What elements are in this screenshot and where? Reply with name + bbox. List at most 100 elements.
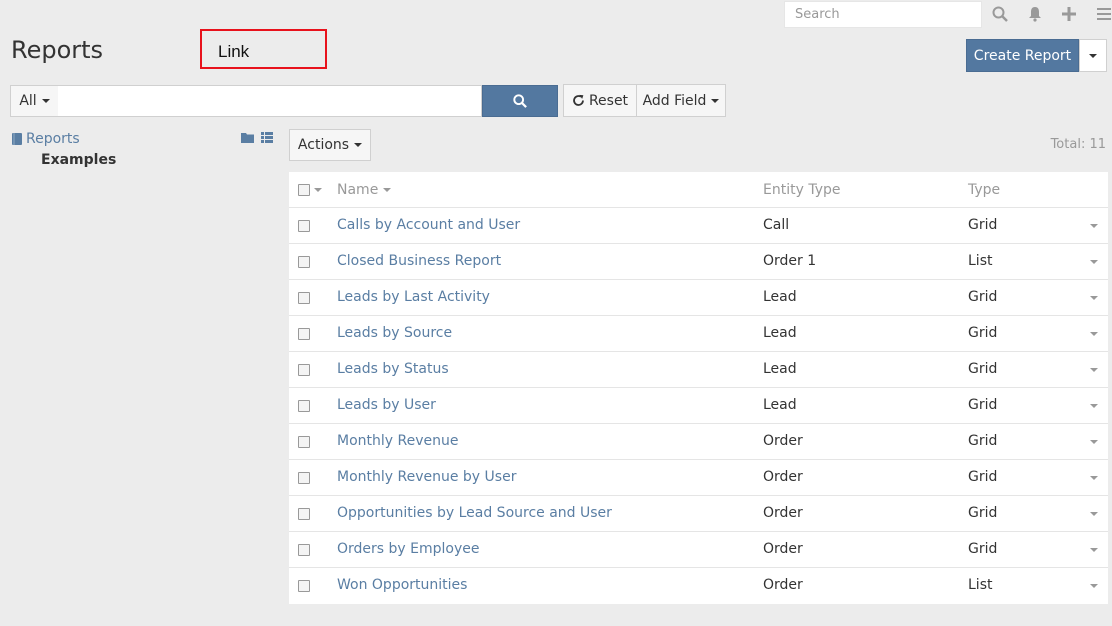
row-checkbox[interactable] bbox=[298, 472, 310, 484]
type-cell: Grid bbox=[968, 361, 998, 377]
column-header-type: Type bbox=[968, 182, 1001, 198]
actions-label: Actions bbox=[297, 137, 350, 153]
report-name-link[interactable]: Opportunities by Lead Source and User bbox=[337, 505, 612, 521]
actions-dropdown-button[interactable]: Actions bbox=[289, 129, 371, 161]
reset-button[interactable]: Reset bbox=[563, 84, 637, 117]
caret-down-icon bbox=[41, 99, 50, 103]
entity-type-cell: Lead bbox=[763, 325, 797, 341]
type-cell: Grid bbox=[968, 469, 998, 485]
row-checkbox[interactable] bbox=[298, 220, 310, 232]
row-actions-caret-icon[interactable] bbox=[1090, 584, 1098, 588]
report-name-link[interactable]: Orders by Employee bbox=[337, 541, 480, 557]
filter-search-input[interactable] bbox=[58, 85, 482, 117]
type-cell: Grid bbox=[968, 541, 998, 557]
row-checkbox[interactable] bbox=[298, 256, 310, 268]
row-actions-caret-icon[interactable] bbox=[1090, 368, 1098, 372]
row-actions-caret-icon[interactable] bbox=[1090, 440, 1098, 444]
table-row: Orders by Employee Order Grid bbox=[289, 532, 1108, 568]
column-header-entity-type: Entity Type bbox=[763, 182, 841, 198]
reset-label: Reset bbox=[588, 92, 629, 109]
row-actions-caret-icon[interactable] bbox=[1090, 512, 1098, 516]
plus-icon[interactable] bbox=[1059, 4, 1079, 24]
report-name-link[interactable]: Monthly Revenue by User bbox=[337, 469, 516, 485]
report-name-link[interactable]: Leads by Status bbox=[337, 361, 449, 377]
row-actions-caret-icon[interactable] bbox=[1090, 332, 1098, 336]
table-row: Calls by Account and User Call Grid bbox=[289, 208, 1108, 244]
refresh-icon bbox=[573, 94, 584, 106]
type-cell: Grid bbox=[968, 397, 998, 413]
entity-type-cell: Lead bbox=[763, 397, 797, 413]
search-icon bbox=[513, 94, 527, 108]
type-cell: Grid bbox=[968, 289, 998, 305]
entity-type-cell: Lead bbox=[763, 289, 797, 305]
entity-type-cell: Order 1 bbox=[763, 253, 817, 269]
add-field-label: Add Field bbox=[642, 92, 707, 109]
caret-down-icon bbox=[383, 188, 392, 192]
caret-down-icon bbox=[1089, 53, 1097, 58]
table-row: Leads by Source Lead Grid bbox=[289, 316, 1108, 352]
row-actions-caret-icon[interactable] bbox=[1090, 548, 1098, 552]
row-actions-caret-icon[interactable] bbox=[1090, 260, 1098, 264]
create-report-dropdown-button[interactable] bbox=[1079, 39, 1107, 72]
bell-icon[interactable] bbox=[1025, 4, 1045, 24]
select-all-checkbox[interactable] bbox=[298, 184, 310, 196]
row-actions-caret-icon[interactable] bbox=[1090, 404, 1098, 408]
global-search-input[interactable]: Search bbox=[784, 1, 982, 28]
report-name-link[interactable]: Won Opportunities bbox=[337, 577, 467, 593]
search-button[interactable] bbox=[482, 85, 558, 117]
report-name-link[interactable]: Leads by Source bbox=[337, 325, 452, 341]
entity-type-cell: Call bbox=[763, 217, 790, 233]
report-name-link[interactable]: Monthly Revenue bbox=[337, 433, 458, 449]
annotation-label: Link bbox=[218, 42, 250, 61]
row-checkbox[interactable] bbox=[298, 508, 310, 520]
create-report-button[interactable]: Create Report bbox=[966, 39, 1079, 72]
table-row: Monthly Revenue by User Order Grid bbox=[289, 460, 1108, 496]
total-count: Total: 11 bbox=[1050, 137, 1106, 152]
entity-type-cell: Order bbox=[763, 577, 803, 593]
type-cell: List bbox=[968, 577, 993, 593]
table-row: Closed Business Report Order 1 List bbox=[289, 244, 1108, 280]
table-row: Monthly Revenue Order Grid bbox=[289, 424, 1108, 460]
caret-down-icon[interactable] bbox=[314, 188, 322, 192]
report-name-link[interactable]: Closed Business Report bbox=[337, 253, 501, 269]
type-cell: List bbox=[968, 253, 993, 269]
page-title: Reports bbox=[11, 36, 104, 64]
report-name-link[interactable]: Leads by User bbox=[337, 397, 436, 413]
type-cell: Grid bbox=[968, 325, 998, 341]
column-header-name[interactable]: Name bbox=[337, 182, 392, 198]
row-actions-caret-icon[interactable] bbox=[1090, 476, 1098, 480]
table-row: Won Opportunities Order List bbox=[289, 568, 1108, 604]
folder-icon[interactable] bbox=[241, 131, 254, 147]
list-view-icon[interactable] bbox=[261, 131, 273, 147]
table-row: Leads by Last Activity Lead Grid bbox=[289, 280, 1108, 316]
entity-type-cell: Order bbox=[763, 469, 803, 485]
row-checkbox[interactable] bbox=[298, 328, 310, 340]
search-icon[interactable] bbox=[990, 4, 1010, 24]
book-icon bbox=[12, 133, 22, 145]
scope-label: All bbox=[19, 93, 37, 109]
row-actions-caret-icon[interactable] bbox=[1090, 224, 1098, 228]
row-checkbox[interactable] bbox=[298, 436, 310, 448]
table-row: Opportunities by Lead Source and User Ord… bbox=[289, 496, 1108, 532]
caret-down-icon bbox=[354, 143, 363, 147]
tree-item-reports[interactable]: Reports bbox=[12, 131, 80, 147]
row-checkbox[interactable] bbox=[298, 544, 310, 556]
scope-dropdown-button[interactable]: All bbox=[10, 85, 59, 117]
row-actions-caret-icon[interactable] bbox=[1090, 296, 1098, 300]
table-header: Name Entity Type Type bbox=[289, 172, 1108, 208]
row-checkbox[interactable] bbox=[298, 400, 310, 412]
tree-item-label: Reports bbox=[26, 131, 80, 147]
entity-type-cell: Order bbox=[763, 433, 803, 449]
tree-item-examples[interactable]: Examples bbox=[41, 152, 116, 168]
row-checkbox[interactable] bbox=[298, 364, 310, 376]
row-checkbox[interactable] bbox=[298, 580, 310, 592]
row-checkbox[interactable] bbox=[298, 292, 310, 304]
report-name-link[interactable]: Calls by Account and User bbox=[337, 217, 520, 233]
add-field-button[interactable]: Add Field bbox=[636, 84, 726, 117]
caret-down-icon bbox=[711, 98, 720, 103]
table-row: Leads by User Lead Grid bbox=[289, 388, 1108, 424]
type-cell: Grid bbox=[968, 505, 998, 521]
menu-icon[interactable] bbox=[1094, 4, 1112, 24]
report-name-link[interactable]: Leads by Last Activity bbox=[337, 289, 490, 305]
entity-type-cell: Lead bbox=[763, 361, 797, 377]
